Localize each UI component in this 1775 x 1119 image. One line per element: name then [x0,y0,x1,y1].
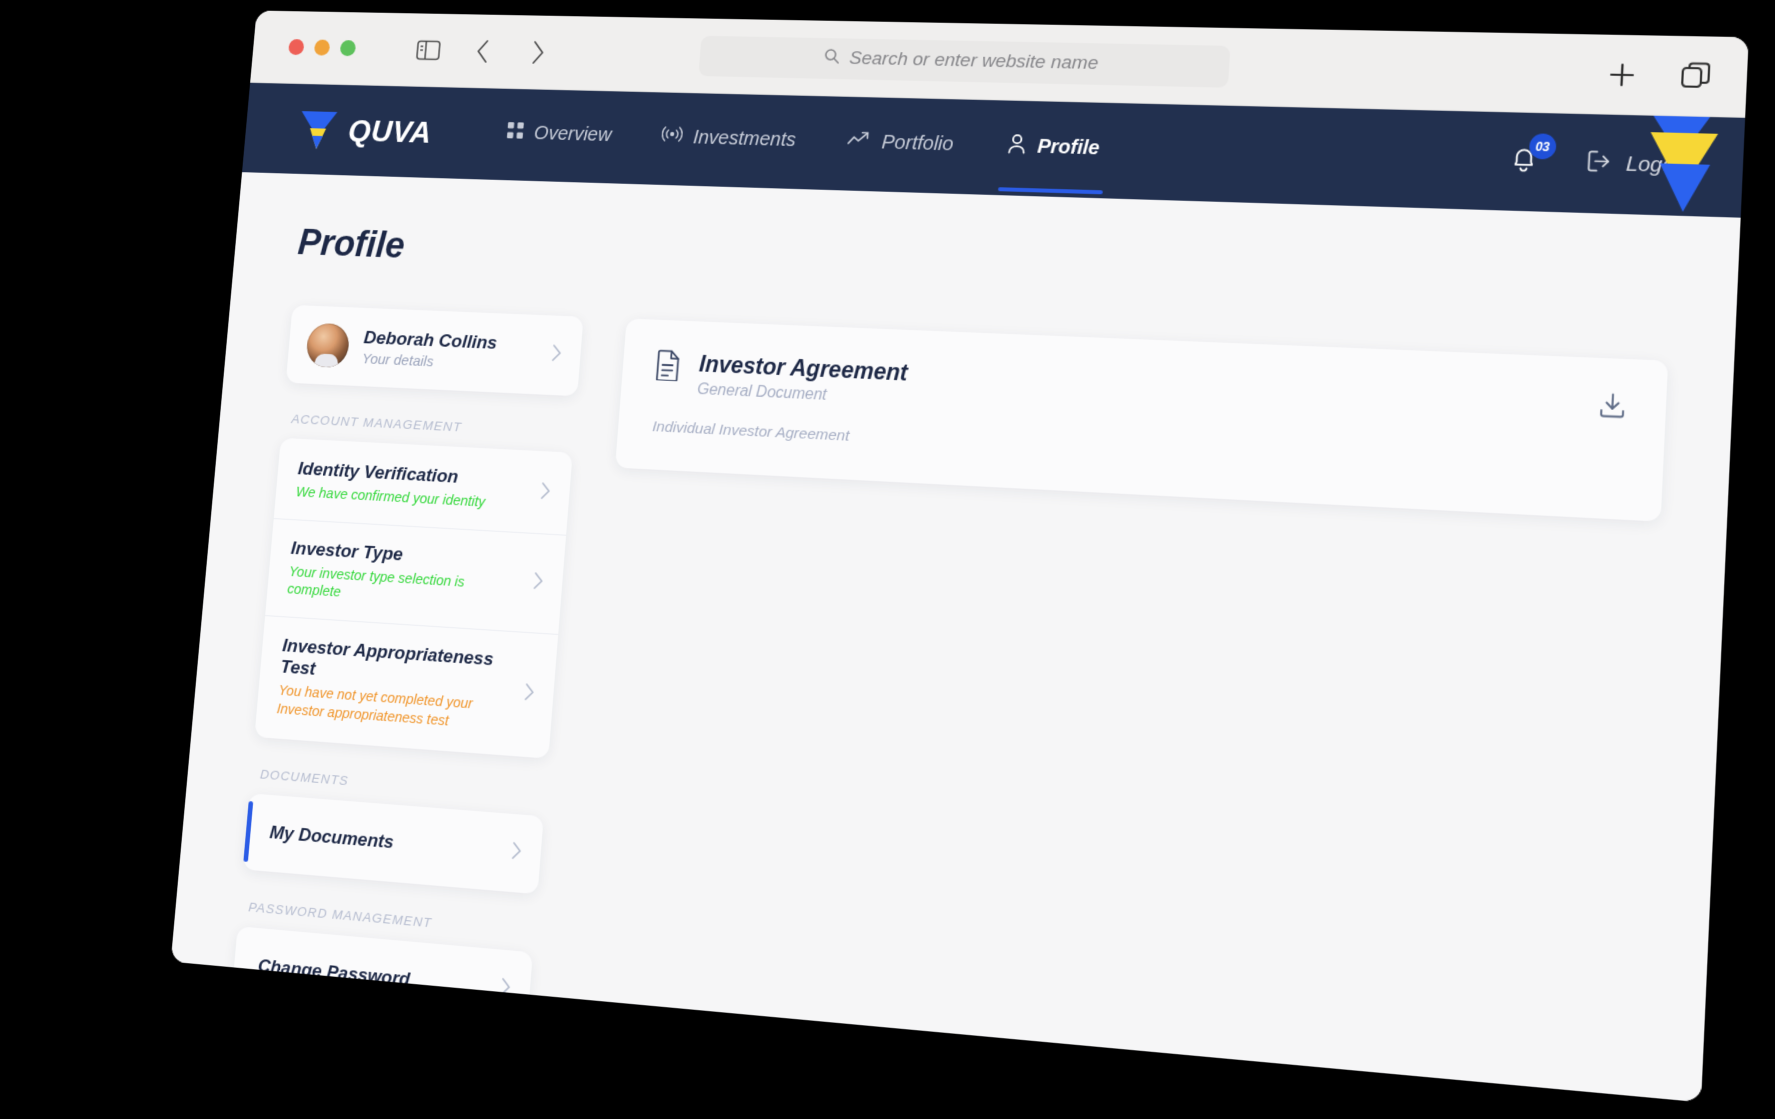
sidebar-item-investor-type[interactable]: Investor Type Your investor type selecti… [265,518,566,634]
sidebar-item-my-documents[interactable]: My Documents [243,795,544,892]
quva-logo-icon [296,107,341,151]
item-title: My Documents [269,822,395,854]
copy-tabs-icon[interactable] [1676,58,1715,94]
nav-label-overview: Overview [533,122,612,146]
chevron-right-icon [550,343,562,369]
nav-item-investments[interactable]: Investments [661,124,797,157]
search-icon [823,47,841,69]
nav-label-investments: Investments [692,126,796,151]
nav-label-portfolio: Portfolio [881,131,954,155]
address-search-placeholder: Search or enter website name [849,48,1099,75]
grid-icon [506,121,525,145]
brand-name: QUVA [347,113,433,150]
nav-item-profile[interactable]: Profile [1005,133,1100,166]
chevron-right-icon [499,975,512,1002]
sidebar-item-investor-appropriateness-test[interactable]: Investor Appropriateness Test You have n… [255,615,559,756]
plus-icon[interactable] [1603,57,1641,93]
sidebar-toggle-icon[interactable] [412,34,445,67]
notifications-button[interactable]: 03 [1508,144,1539,180]
minimize-window-button[interactable] [314,40,331,56]
documents-list: My Documents [243,793,544,894]
brand-logo[interactable]: QUVA [296,107,434,154]
chevron-right-icon [510,840,522,867]
document-title: Investor Agreement [698,351,908,387]
password-management-list: Change Password [231,926,533,1031]
logout-icon [1584,148,1612,181]
nav-item-portfolio[interactable]: Portfolio [847,130,955,160]
trending-up-icon [847,130,872,154]
page-body: Profile Deborah Collins Your details ACC… [171,172,1741,1102]
profile-name: Deborah Collins [363,327,498,354]
nav-active-indicator [998,187,1103,194]
page-title: Profile [296,223,1672,315]
nav-item-overview[interactable]: Overview [505,121,612,151]
user-icon [1006,133,1028,160]
account-management-list: Identity Verification We have confirmed … [254,438,572,758]
chevron-right-icon [523,681,535,707]
broadcast-icon [661,124,684,150]
screenshot-stage: Search or enter website name QUVA Overvi… [0,0,1775,1119]
nav-label-profile: Profile [1037,135,1101,159]
back-navigation-icon[interactable] [466,35,500,68]
address-search-bar[interactable]: Search or enter website name [698,35,1230,87]
chevron-right-icon [532,571,544,597]
profile-summary-card[interactable]: Deborah Collins Your details [286,305,584,396]
chevron-right-icon [539,480,551,506]
forward-navigation-icon[interactable] [521,36,555,69]
maximize-window-button[interactable] [340,40,357,56]
main-nav-items: Overview Investments Portfolio Profile [505,120,1100,166]
logout-button[interactable]: Logout [1584,148,1693,183]
browser-window: Search or enter website name QUVA Overvi… [171,11,1749,1103]
logout-label: Logout [1626,153,1694,179]
document-card-investor-agreement[interactable]: Investor Agreement General Document Indi… [615,318,1668,521]
download-icon[interactable] [1595,389,1629,422]
close-window-button[interactable] [288,39,304,55]
window-traffic-lights[interactable] [288,39,356,56]
profile-subtitle: Your details [361,350,496,372]
sidebar-item-change-password[interactable]: Change Password [231,928,533,1029]
document-type: General Document [697,381,907,408]
avatar [305,323,350,369]
profile-sidebar: Deborah Collins Your details ACCOUNT MAN… [231,305,584,1031]
document-icon [654,349,683,386]
notification-count-badge: 03 [1529,133,1557,159]
active-accent-bar [243,801,253,862]
item-title: Change Password [257,955,411,991]
section-label-account-management: ACCOUNT MANAGEMENT [291,412,575,440]
main-content: Investor Agreement General Document Indi… [615,318,1668,521]
